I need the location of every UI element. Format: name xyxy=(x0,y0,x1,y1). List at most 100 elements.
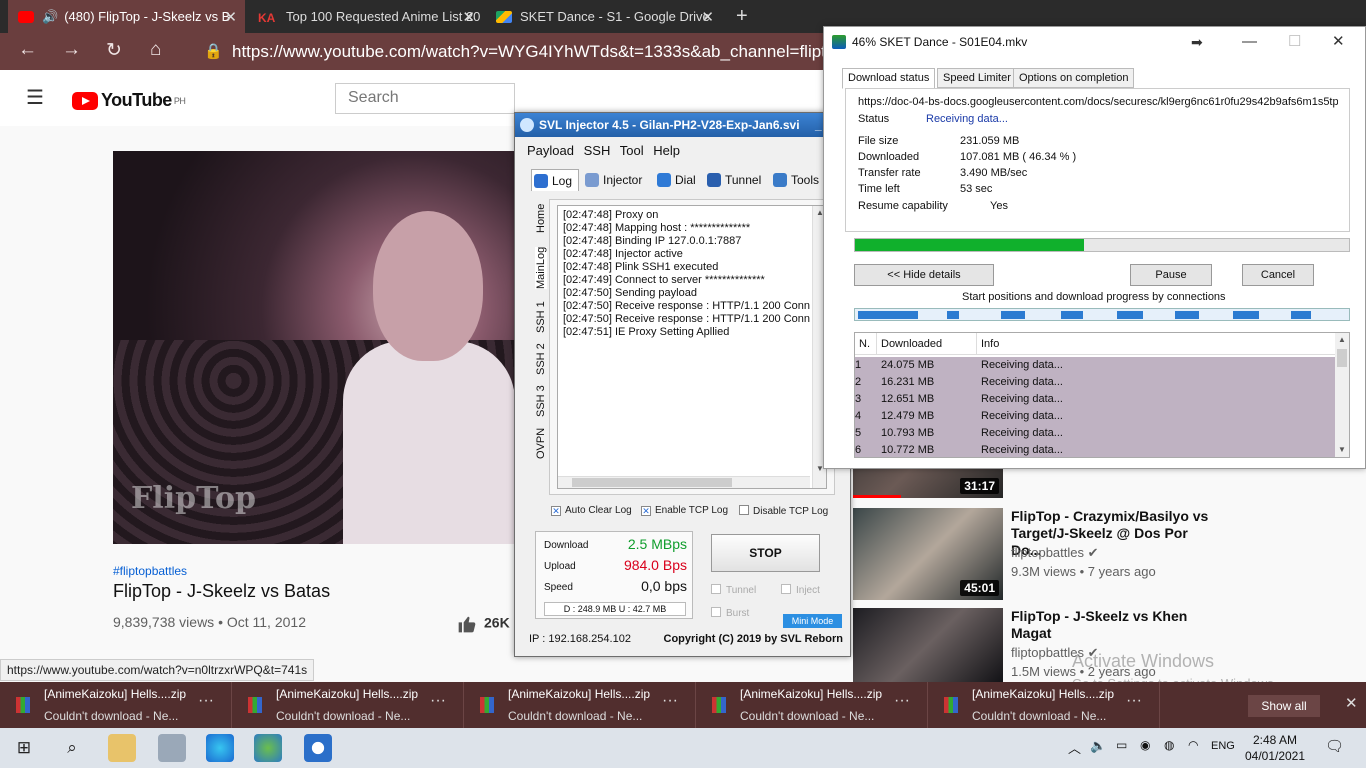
search-input[interactable]: Search xyxy=(335,83,515,114)
video-thumbnail[interactable] xyxy=(853,608,1003,682)
tab-anime-list[interactable]: KA Top 100 Requested Anime List 20 ✕ xyxy=(248,0,483,33)
scroll-thumb[interactable] xyxy=(1337,349,1347,367)
log-output[interactable]: [02:47:48] Proxy on [02:47:48] Mapping h… xyxy=(557,205,827,489)
battery-icon[interactable]: ▭ xyxy=(1116,738,1127,752)
menu-tool[interactable]: Tool xyxy=(620,143,644,158)
download-item[interactable]: [AnimeKaizoku] Hells....zip Couldn't dow… xyxy=(696,682,928,728)
side-tab-home[interactable]: Home xyxy=(535,204,547,233)
table-row[interactable]: 2 16.231 MB Receiving data... xyxy=(855,374,1335,391)
search-icon[interactable]: ⌕ xyxy=(58,734,86,762)
channel-name[interactable]: fliptopbattles ✔ xyxy=(1011,545,1099,561)
mini-mode-button[interactable]: Mini Mode xyxy=(783,614,842,628)
cancel-button[interactable]: Cancel xyxy=(1242,264,1314,286)
more-options-icon[interactable]: ··· xyxy=(198,692,214,710)
chevron-up-icon[interactable]: ︿ xyxy=(1068,738,1081,757)
edge-browser-icon[interactable] xyxy=(206,734,234,762)
video-thumbnail[interactable]: 45:01 xyxy=(853,508,1003,600)
notification-icon[interactable]: 🗨 xyxy=(1325,737,1344,755)
home-icon[interactable]: ⌂ xyxy=(150,39,161,61)
tab-injector[interactable]: Injector xyxy=(583,169,653,191)
enable-tcp-log-checkbox[interactable]: ✕ Enable TCP Log xyxy=(641,505,728,516)
like-button[interactable]: 26K xyxy=(456,614,510,634)
address-bar[interactable]: 🔒 https://www.youtube.com/watch?v=WYG4IY… xyxy=(190,36,830,67)
tab-google-drive[interactable]: SKET Dance - S1 - Google Drive ✕ xyxy=(486,0,722,33)
column-header-downloaded[interactable]: Downloaded xyxy=(877,333,977,355)
close-tab-icon[interactable]: ✕ xyxy=(224,8,237,26)
idm-title-bar[interactable]: 46% SKET Dance - S01E04.mkv ➡ — ☐ ✕ xyxy=(824,27,1365,57)
hide-details-button[interactable]: << Hide details xyxy=(854,264,994,286)
more-options-icon[interactable]: ··· xyxy=(430,692,446,710)
video-player[interactable]: FlipTop xyxy=(113,151,515,544)
hamburger-menu-icon[interactable]: ☰ xyxy=(26,85,44,110)
tab-dial[interactable]: Dial xyxy=(655,169,701,191)
close-tab-icon[interactable]: ✕ xyxy=(462,8,475,26)
menu-help[interactable]: Help xyxy=(653,143,680,158)
more-options-icon[interactable]: ··· xyxy=(1126,692,1142,710)
side-tab-ovpn[interactable]: OVPN xyxy=(535,428,547,459)
table-row[interactable]: 6 10.772 MB Receiving data... xyxy=(855,442,1335,457)
table-row[interactable]: 5 10.793 MB Receiving data... xyxy=(855,425,1335,442)
close-icon[interactable]: ✕ xyxy=(1345,694,1358,712)
scroll-up-icon[interactable]: ▲ xyxy=(1335,333,1349,347)
windows-start-icon[interactable]: ⊞ xyxy=(10,734,38,762)
side-tab-mainlog[interactable]: MainLog xyxy=(535,246,547,289)
tab-options-on-completion[interactable]: Options on completion xyxy=(1013,68,1135,88)
menu-ssh[interactable]: SSH xyxy=(584,143,611,158)
youtube-logo[interactable]: YouTube PH xyxy=(72,90,186,111)
download-item[interactable]: [AnimeKaizoku] Hells....zip Couldn't dow… xyxy=(232,682,464,728)
svl-injector-taskbar-icon[interactable] xyxy=(304,734,332,762)
svl-title-bar[interactable]: SVL Injector 4.5 - Gilan-PH2-V28-Exp-Jan… xyxy=(515,113,850,137)
download-item[interactable]: [AnimeKaizoku] Hells....zip Couldn't dow… xyxy=(0,682,232,728)
idm-taskbar-icon[interactable] xyxy=(254,734,282,762)
more-options-icon[interactable]: ··· xyxy=(894,692,910,710)
recommendation-card[interactable]: 45:01 FlipTop - Crazymix/Basilyo vs Targ… xyxy=(853,508,1353,602)
log-horizontal-scrollbar[interactable] xyxy=(558,476,810,488)
idm-tray-icon[interactable]: ◉ xyxy=(1140,738,1150,752)
disable-tcp-log-checkbox[interactable]: Disable TCP Log xyxy=(739,505,828,517)
side-tab-ssh3[interactable]: SSH 3 xyxy=(535,385,547,417)
forward-arrow-icon[interactable]: → xyxy=(62,39,81,61)
tab-tools[interactable]: Tools xyxy=(771,169,827,191)
minimize-icon[interactable]: — xyxy=(1242,27,1257,57)
tab-tunnel[interactable]: Tunnel xyxy=(705,169,765,191)
vpn-tray-icon[interactable]: ◍ xyxy=(1164,738,1174,752)
tab-download-status[interactable]: Download status xyxy=(842,68,936,89)
close-icon[interactable]: ✕ xyxy=(1332,27,1345,57)
speaker-icon[interactable]: 🔊 xyxy=(42,9,58,25)
tab-speed-limiter[interactable]: Speed Limiter xyxy=(937,68,1017,88)
scroll-thumb[interactable] xyxy=(572,478,732,487)
scroll-down-icon[interactable]: ▼ xyxy=(1335,443,1349,457)
download-item[interactable]: [AnimeKaizoku] Hells....zip Couldn't dow… xyxy=(928,682,1160,728)
language-indicator[interactable]: ENG xyxy=(1211,740,1235,752)
table-row[interactable]: 4 12.479 MB Receiving data... xyxy=(855,408,1335,425)
pause-button[interactable]: Pause xyxy=(1130,264,1212,286)
connections-table[interactable]: N. Downloaded Info 1 24.075 MB Receiving… xyxy=(854,332,1350,458)
more-options-icon[interactable]: ··· xyxy=(662,692,678,710)
show-all-button[interactable]: Show all xyxy=(1248,695,1320,717)
table-row[interactable]: 1 24.075 MB Receiving data... xyxy=(855,357,1335,374)
reload-icon[interactable]: ↻ xyxy=(106,39,122,62)
new-tab-button[interactable]: + xyxy=(726,0,756,33)
minimize-icon[interactable]: _ xyxy=(815,113,822,137)
auto-clear-log-checkbox[interactable]: ✕ Auto Clear Log xyxy=(551,505,632,516)
table-row[interactable]: 3 12.651 MB Receiving data... xyxy=(855,391,1335,408)
wifi-icon[interactable]: ◠ xyxy=(1188,738,1198,752)
download-item[interactable]: [AnimeKaizoku] Hells....zip Couldn't dow… xyxy=(464,682,696,728)
file-explorer-icon[interactable] xyxy=(108,734,136,762)
stop-button[interactable]: STOP xyxy=(711,534,820,572)
side-tab-ssh1[interactable]: SSH 1 xyxy=(535,301,547,333)
system-clock[interactable]: 2:48 AM 04/01/2021 xyxy=(1240,732,1310,764)
back-arrow-icon[interactable]: ← xyxy=(18,39,37,61)
side-tab-ssh2[interactable]: SSH 2 xyxy=(535,343,547,375)
hashtag-link[interactable]: #fliptopbattles xyxy=(113,564,187,578)
close-tab-icon[interactable]: ✕ xyxy=(701,8,714,26)
menu-payload[interactable]: Payload xyxy=(527,143,574,158)
tab-youtube[interactable]: 🔊 (480) FlipTop - J-Skeelz vs B ✕ xyxy=(8,0,245,33)
table-scrollbar[interactable]: ▲ ▼ xyxy=(1335,333,1349,457)
recommendation-title[interactable]: FlipTop - J-Skeelz vs Khen Magat xyxy=(1011,608,1221,642)
column-header-info[interactable]: Info xyxy=(977,333,1335,355)
tab-log[interactable]: Log xyxy=(531,169,579,191)
column-header-n[interactable]: N. xyxy=(855,333,877,355)
network-app-icon[interactable] xyxy=(158,734,186,762)
speaker-icon[interactable]: 🔈 xyxy=(1090,738,1106,754)
